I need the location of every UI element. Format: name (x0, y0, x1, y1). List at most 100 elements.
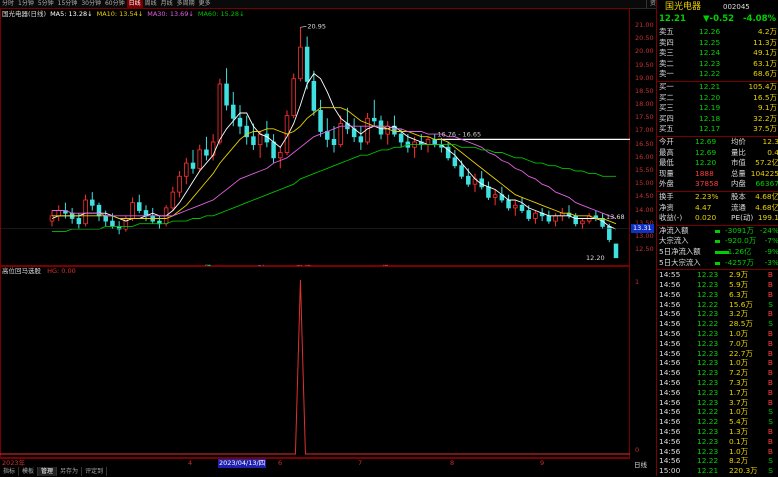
stat-value: 0.020 (695, 213, 717, 223)
flow-row: 净流入额 -3091万 -24% (657, 226, 778, 237)
indicator-tick-0: 0 (635, 446, 640, 454)
bid-row: 买三 12.19 9.1万 (657, 103, 778, 114)
candle-body (170, 191, 176, 209)
candle-body (251, 136, 256, 146)
candle-body (553, 215, 558, 222)
price-tick: 19.50 (635, 60, 654, 69)
candle-body (513, 204, 518, 209)
period-tab[interactable]: 多周期 (175, 0, 197, 8)
level-volume: 11.3万 (753, 37, 777, 47)
candle-body (90, 199, 95, 206)
stat-value: 104225 (750, 168, 778, 178)
bottom-tab[interactable]: 另存为 (57, 467, 83, 476)
level-volume: 105.4万 (748, 82, 777, 91)
stat-row: 今开 12.69 均价 12.3 (657, 137, 778, 148)
bottom-tab[interactable]: 指标 (0, 467, 20, 476)
indicator-tick-1: 1 (635, 278, 640, 286)
indicator-chart[interactable] (0, 266, 630, 458)
flow-pct: -24% (759, 225, 778, 235)
flow-pct: -9% (764, 247, 778, 256)
flow-bar (715, 240, 720, 244)
period-tab[interactable]: 月线 (159, 0, 175, 8)
candle-body (311, 80, 317, 111)
ask-row: 卖三 12.24 49.1万 (657, 48, 778, 59)
x-label-7: 7 (358, 459, 363, 467)
candlestick-chart[interactable]: 16.76 - 16.6520.9512.2013.68跌财涨 榜增 (0, 8, 630, 266)
level-price: 12.25 (699, 37, 721, 47)
period-indicator: 日线 (634, 461, 647, 469)
level-volume: 32.2万 (753, 113, 777, 123)
price-pct: -4.08% (743, 14, 777, 24)
period-tab[interactable]: 分时 (0, 0, 16, 8)
candle-body (184, 162, 189, 177)
bottom-tabs: 指标 模板 管理 另存为 评定到 (0, 467, 108, 476)
price-tick: 17.50 (635, 113, 654, 122)
candle-body (378, 120, 384, 135)
level-price: 12.17 (699, 124, 721, 134)
level-price: 12.26 (699, 27, 721, 36)
bottom-tab[interactable]: 管理 (38, 467, 58, 476)
candle-body (197, 149, 202, 169)
candle-body (506, 199, 511, 209)
flow-label: 大宗流入 (659, 236, 689, 246)
stat-value: 57.2亿 (755, 158, 778, 168)
candle-body (177, 175, 182, 193)
candle-body (278, 152, 283, 159)
price-tick: 14.00 (635, 205, 654, 214)
price-tick: 18.00 (635, 100, 654, 109)
candle-body (331, 138, 337, 146)
indicator-name: 高位回马选股 (2, 267, 41, 275)
tick-side: S (768, 466, 773, 476)
indicator-svg[interactable] (0, 266, 630, 458)
level-label: 卖一 (659, 69, 674, 79)
level-volume: 68.6万 (753, 69, 777, 79)
period-tab[interactable]: 5分钟 (36, 0, 56, 8)
price-tick: 20.00 (635, 47, 654, 56)
stock-name: 国光电器 (665, 2, 702, 12)
price-tick: 16.50 (635, 139, 654, 148)
stat-key: 内盘 (731, 179, 746, 189)
last-price: 12.21 (659, 14, 686, 24)
bid-row: 买四 12.18 32.2万 (657, 114, 778, 125)
candle-body (231, 104, 236, 119)
flow-value: -920.0万 (725, 236, 757, 246)
candlestick-svg[interactable]: 16.76 - 16.6520.9512.2013.68跌财涨 榜增 (0, 8, 630, 266)
flow-bar (715, 261, 720, 265)
stat-value: 2.23% (695, 192, 719, 201)
candle-body (459, 165, 464, 177)
level-price: 12.18 (699, 113, 721, 123)
price-tick: 19.00 (635, 73, 654, 82)
period-tab[interactable]: 更多 (197, 0, 213, 8)
price-tick: 20.50 (635, 34, 654, 43)
stat-value: 12.3 (762, 137, 778, 146)
stat-row: 现量 1888 总量 104225 (657, 169, 778, 180)
candle-body (103, 215, 108, 222)
candle-body (398, 133, 404, 143)
candle-body (204, 149, 209, 156)
flow-row: 5日净流入额 -1.26亿 -9% (657, 247, 778, 258)
stat-key: 股本 (731, 192, 746, 201)
stat-row: 换手 2.23% 股本 4.68亿 (657, 192, 778, 203)
period-tab[interactable]: 60分钟 (103, 0, 127, 8)
stat-value: 12.69 (695, 147, 717, 157)
bottom-tab[interactable]: 评定到 (82, 467, 108, 476)
stat-key: 流通 (731, 202, 746, 212)
candle-body (613, 243, 619, 259)
period-tab[interactable]: 15分钟 (56, 0, 80, 8)
level-volume: 63.1万 (753, 58, 777, 68)
stat-row: 最高 12.69 量比 0.4 (657, 148, 778, 159)
candle-body (372, 117, 377, 122)
quote-header: 国光电器 002045 (657, 1, 778, 13)
period-tab[interactable]: 30分钟 (79, 0, 103, 8)
candle-body (76, 218, 82, 225)
period-tab[interactable]: 周线 (143, 0, 159, 8)
period-tab[interactable]: 1分钟 (16, 0, 36, 8)
candle-body (533, 212, 538, 219)
period-tab[interactable]: 日线 (126, 0, 143, 8)
period-tabs: 分时 1分钟 5分钟 15分钟 30分钟 60分钟 日线 周线 月线 多周期 更多 (0, 0, 213, 8)
candle-body (237, 117, 243, 127)
bottom-tab[interactable]: 模板 (19, 467, 39, 476)
candle-body (83, 199, 88, 225)
candle-body (110, 220, 115, 227)
level-volume: 16.5万 (753, 92, 777, 102)
